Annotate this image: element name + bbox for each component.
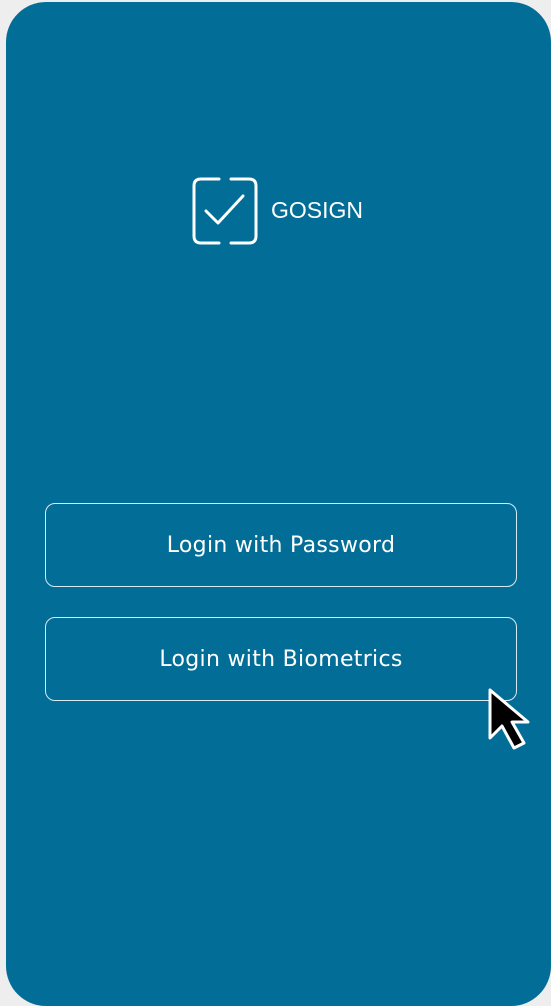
login-screen: GOSIGN Login with Password Login with Bi… [6,2,551,1006]
login-password-label: Login with Password [166,532,396,558]
brand-name: GOSIGN [271,197,364,223]
login-biometrics-label: Login with Biometrics [159,646,403,672]
checkbox-check-icon [192,177,258,245]
login-biometrics-button[interactable]: Login with Biometrics [45,617,517,701]
app-logo: GOSIGN [191,176,391,248]
login-password-button[interactable]: Login with Password [45,503,517,587]
